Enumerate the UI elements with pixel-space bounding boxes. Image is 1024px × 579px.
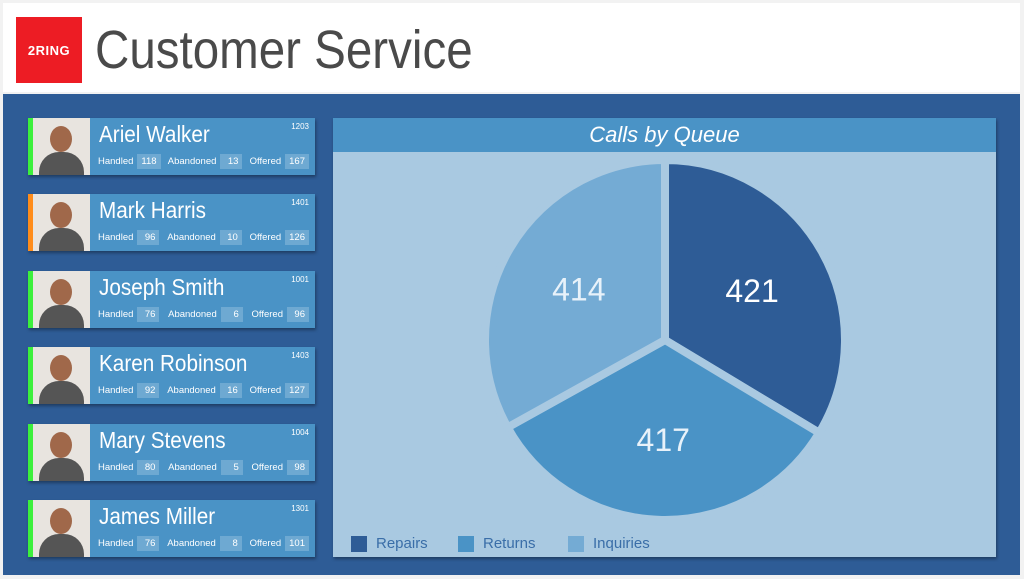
handled-value: 76 [137,536,160,551]
agent-name: Ariel Walker [99,121,210,147]
agent-extension: 1004 [291,428,309,437]
avatar [33,118,90,175]
abandoned-label: Abandoned [167,538,216,549]
agent-card[interactable]: Karen Robinson 1403 Handled 92 Abandoned 16… [28,347,315,404]
legend-item[interactable]: Repairs [351,535,428,552]
agent-name: Mary Stevens [99,427,226,453]
offered-label: Offered [251,309,283,320]
abandoned-value: 6 [220,307,243,322]
agent-name: Mark Harris [99,197,206,223]
legend-item[interactable]: Returns [458,535,536,552]
agent-card[interactable]: Joseph Smith 1001 Handled 76 Abandoned 6 Off… [28,271,315,328]
offered-label: Offered [251,462,283,473]
header: 2RING Customer Service [3,3,1020,92]
legend-swatch [351,535,367,552]
agent-card[interactable]: Mary Stevens 1004 Handled 80 Abandoned 5 Off… [28,424,315,481]
pie-data-label: 414 [552,271,605,307]
abandoned-label: Abandoned [167,156,217,167]
agent-name: James Miller [99,503,216,529]
agent-extension: 1203 [291,122,309,131]
handled-value: 118 [137,154,161,169]
abandoned-value: 5 [220,460,243,475]
pie-data-label: 421 [725,273,778,309]
legend-swatch [458,535,474,552]
abandoned-label: Abandoned [167,385,216,396]
avatar [33,271,90,328]
handled-label: Handled [98,385,134,396]
legend-label: Inquiries [593,535,650,552]
avatar [33,424,90,481]
offered-label: Offered [249,385,282,396]
handled-label: Handled [98,156,134,167]
abandoned-value: 13 [220,154,243,169]
agent-name: Joseph Smith [99,274,225,300]
agent-card[interactable]: James Miller 1301 Handled 76 Abandoned 8 Off… [28,500,315,557]
avatar [33,347,90,404]
legend-label: Returns [483,535,536,552]
handled-value: 76 [137,307,160,322]
offered-value: 167 [285,154,309,169]
offered-label: Offered [249,538,282,549]
dashboard: Ariel Walker 1203 Handled 118 Abandoned 13 O… [3,94,1020,575]
offered-value: 101 [285,536,309,551]
handled-label: Handled [98,232,134,243]
avatar [33,500,90,557]
pie-data-label: 417 [637,422,690,458]
offered-value: 127 [285,383,309,398]
offered-label: Offered [249,156,282,167]
legend-item[interactable]: Inquiries [568,535,650,552]
avatar [33,194,90,251]
calls-by-queue-chart: Calls by Queue 421 417 414 Repairs Returns I… [333,118,996,557]
abandoned-value: 16 [219,383,242,398]
offered-value: 126 [285,230,309,245]
agent-card[interactable]: Ariel Walker 1203 Handled 118 Abandoned 13 O… [28,118,315,175]
handled-value: 96 [137,230,160,245]
handled-value: 92 [137,383,160,398]
agent-extension: 1301 [291,504,309,513]
offered-value: 96 [286,307,309,322]
handled-value: 80 [137,460,160,475]
logo: 2RING [16,17,82,83]
agent-name: Karen Robinson [99,350,248,376]
offered-value: 98 [286,460,309,475]
pie-chart: 421 417 414 [481,156,849,524]
abandoned-label: Abandoned [168,462,217,473]
legend-swatch [568,535,584,552]
abandoned-label: Abandoned [167,232,216,243]
agent-extension: 1403 [291,351,309,360]
legend-label: Repairs [376,535,428,552]
handled-label: Handled [98,462,134,473]
handled-label: Handled [98,309,134,320]
handled-label: Handled [98,538,134,549]
abandoned-value: 10 [219,230,242,245]
agent-extension: 1401 [291,198,309,207]
agent-extension: 1001 [291,275,309,284]
abandoned-value: 8 [219,536,242,551]
page-title: Customer Service [95,20,473,80]
offered-label: Offered [249,232,282,243]
agent-card[interactable]: Mark Harris 1401 Handled 96 Abandoned 10 Off… [28,194,315,251]
abandoned-label: Abandoned [168,309,217,320]
